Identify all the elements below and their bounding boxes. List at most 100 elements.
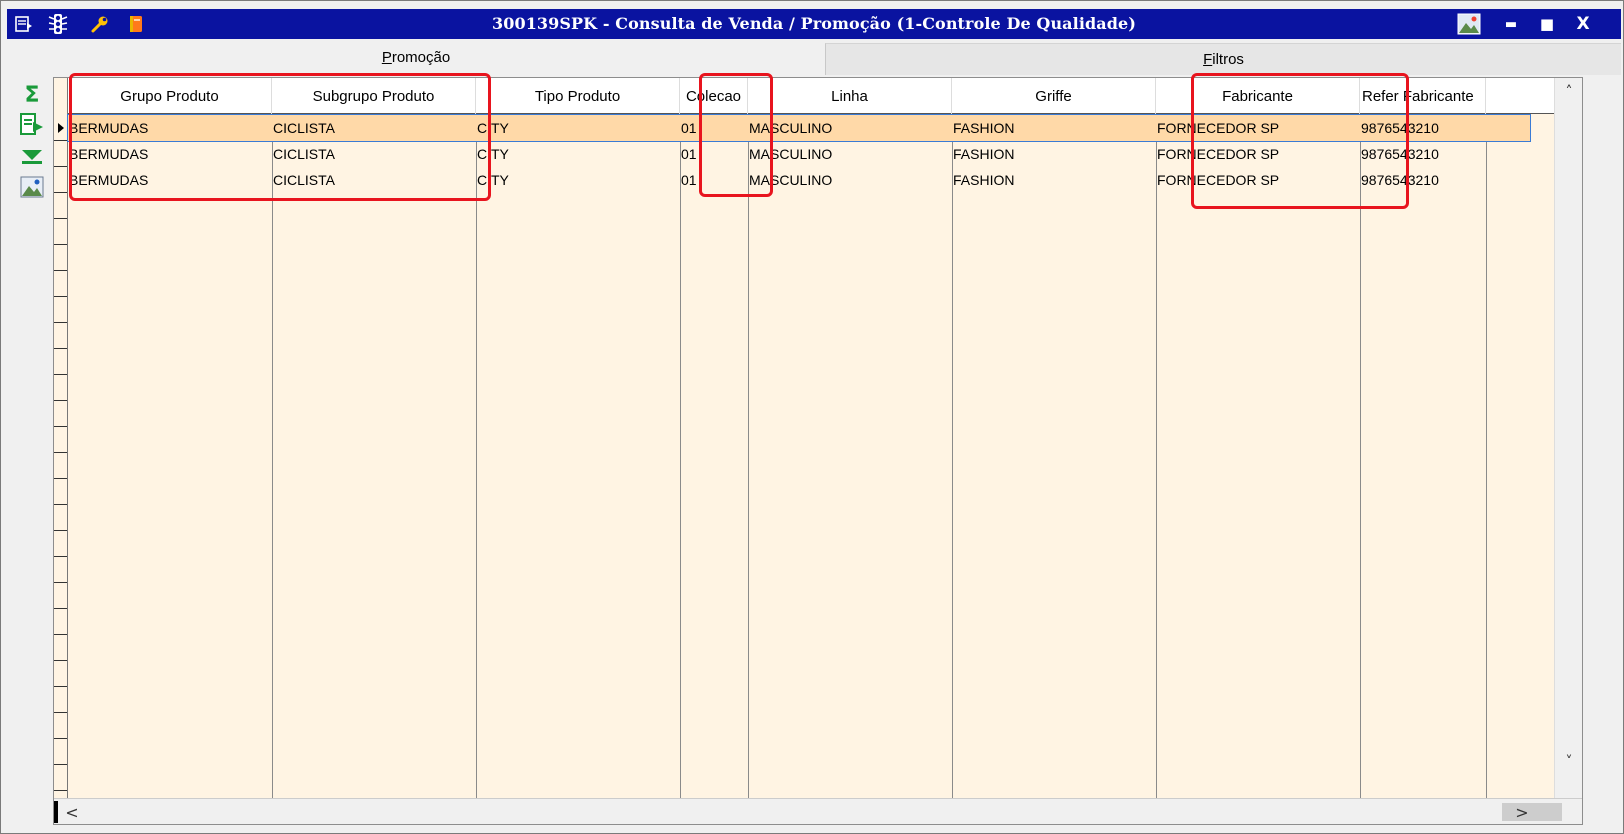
- maximize-button[interactable]: ■: [1533, 12, 1561, 36]
- cell-colecao[interactable]: 01: [680, 141, 748, 167]
- column-header-grupo-produto[interactable]: Grupo Produto: [68, 78, 272, 114]
- column-header-fabricante[interactable]: Fabricante: [1156, 78, 1360, 114]
- cell-linha[interactable]: MASCULINO: [748, 167, 952, 193]
- tab-promocao-label: romoção: [391, 48, 451, 66]
- row-indicator-tick: [54, 504, 67, 505]
- row-indicator-tick: [54, 478, 67, 479]
- cell-subgrupo-produto[interactable]: CICLISTA: [272, 115, 476, 141]
- row-indicator-tick: [54, 244, 67, 245]
- minimize-button[interactable]: ▬: [1497, 12, 1525, 36]
- horizontal-scrollbar[interactable]: < >: [54, 798, 1582, 824]
- vertical-scrollbar[interactable]: ˄ ˅: [1554, 78, 1582, 800]
- row-indicator-tick: [54, 218, 67, 219]
- cell-griffe[interactable]: FASHION: [952, 141, 1156, 167]
- row-indicator-tick: [54, 374, 67, 375]
- data-grid[interactable]: Grupo Produto Subgrupo Produto Tipo Prod…: [53, 77, 1583, 825]
- cell-grupo-produto[interactable]: BERMUDAS: [68, 115, 272, 141]
- column-divider: [680, 114, 681, 800]
- cell-refer-fabricante[interactable]: 9876543210: [1360, 167, 1486, 193]
- cell-tipo-produto[interactable]: CITY: [476, 115, 680, 141]
- row-indicator-tick: [54, 322, 67, 323]
- row-indicator-tick: [54, 140, 67, 141]
- cell-colecao[interactable]: 01: [680, 167, 748, 193]
- row-indicator-tick: [54, 426, 67, 427]
- close-button[interactable]: X: [1569, 12, 1597, 36]
- scroll-up-arrow-icon[interactable]: ˄: [1555, 80, 1582, 104]
- export-button[interactable]: [15, 111, 49, 139]
- cell-linha[interactable]: MASCULINO: [748, 115, 952, 141]
- tab-filtros[interactable]: Filtros: [825, 43, 1621, 75]
- tab-filtros-label: iltros: [1212, 51, 1244, 68]
- cell-grupo-produto[interactable]: BERMUDAS: [68, 141, 272, 167]
- grid-header: Grupo Produto Subgrupo Produto Tipo Prod…: [68, 78, 1556, 114]
- row-indicator-tick: [54, 634, 67, 635]
- cell-fabricante[interactable]: FORNECEDOR SP: [1156, 167, 1360, 193]
- app-window: 300139SPK - Consulta de Venda / Promoção…: [0, 0, 1624, 834]
- row-indicator-tick: [54, 686, 67, 687]
- window-title: 300139SPK - Consulta de Venda / Promoção…: [492, 14, 1136, 33]
- row-indicator-tick: [54, 608, 67, 609]
- cell-griffe[interactable]: FASHION: [952, 115, 1156, 141]
- table-row[interactable]: BERMUDAS CICLISTA CITY 01 MASCULINO FASHION FO…: [67, 114, 1531, 142]
- row-indicator-tick: [54, 348, 67, 349]
- sum-icon: Σ: [24, 82, 40, 108]
- scroll-left-edge: [54, 801, 58, 823]
- title-bar[interactable]: 300139SPK - Consulta de Venda / Promoção…: [7, 9, 1621, 39]
- column-header-refer-fabricante[interactable]: Refer Fabricante: [1360, 78, 1486, 114]
- image-icon: [20, 176, 44, 198]
- column-divider: [1486, 114, 1487, 800]
- cell-subgrupo-produto[interactable]: CICLISTA: [272, 141, 476, 167]
- cell-subgrupo-produto[interactable]: CICLISTA: [272, 167, 476, 193]
- cell-grupo-produto[interactable]: BERMUDAS: [68, 167, 272, 193]
- row-indicator-tick: [54, 530, 67, 531]
- column-header-griffe[interactable]: Griffe: [952, 78, 1156, 114]
- row-indicator-tick: [54, 166, 67, 167]
- filter-down-icon: [22, 150, 42, 164]
- row-indicator-tick: [54, 556, 67, 557]
- row-indicator-tick: [54, 712, 67, 713]
- column-divider: [1360, 114, 1361, 800]
- table-row[interactable]: BERMUDAS CICLISTA CITY 01 MASCULINO FASHION FO…: [68, 141, 1530, 167]
- column-divider: [1156, 114, 1157, 800]
- cell-tipo-produto[interactable]: CITY: [476, 167, 680, 193]
- tab-promocao[interactable]: Promoção: [7, 39, 825, 75]
- row-indicator-tick: [54, 296, 67, 297]
- tab-bar: Promoção Filtros: [7, 39, 1621, 75]
- cell-griffe[interactable]: FASHION: [952, 167, 1156, 193]
- row-indicator-tick: [54, 192, 67, 193]
- picture-icon[interactable]: [1455, 12, 1483, 36]
- cell-refer-fabricante[interactable]: 9876543210: [1360, 115, 1486, 141]
- column-header-tipo-produto[interactable]: Tipo Produto: [476, 78, 680, 114]
- row-indicator-tick: [54, 582, 67, 583]
- column-divider: [748, 114, 749, 800]
- row-indicator-tick: [54, 790, 67, 791]
- cell-fabricante[interactable]: FORNECEDOR SP: [1156, 141, 1360, 167]
- table-row[interactable]: BERMUDAS CICLISTA CITY 01 MASCULINO FASHION FO…: [68, 167, 1530, 193]
- export-icon: [20, 113, 43, 135]
- column-divider: [476, 114, 477, 800]
- row-indicator-tick: [54, 400, 67, 401]
- column-header-linha[interactable]: Linha: [748, 78, 952, 114]
- column-header-subgrupo-produto[interactable]: Subgrupo Produto: [272, 78, 476, 114]
- tab-filtros-mnemonic: F: [1203, 51, 1213, 68]
- image-button[interactable]: [15, 173, 49, 201]
- column-header-colecao[interactable]: Colecao: [680, 78, 748, 114]
- sum-button[interactable]: Σ: [15, 81, 49, 109]
- column-divider: [952, 114, 953, 800]
- scroll-down-arrow-icon[interactable]: ˅: [1555, 750, 1582, 774]
- cell-tipo-produto[interactable]: CITY: [476, 141, 680, 167]
- cell-colecao[interactable]: 01: [680, 115, 748, 141]
- row-indicator-column: [54, 78, 68, 800]
- column-divider: [272, 114, 273, 800]
- row-indicator-tick: [54, 738, 67, 739]
- cell-fabricante[interactable]: FORNECEDOR SP: [1156, 115, 1360, 141]
- filter-down-button[interactable]: [15, 143, 49, 171]
- cell-refer-fabricante[interactable]: 9876543210: [1360, 141, 1486, 167]
- tab-promocao-mnemonic: P: [381, 48, 392, 66]
- scroll-left-arrow-icon[interactable]: <: [60, 799, 84, 824]
- scroll-right-arrow-icon[interactable]: >: [1510, 799, 1534, 824]
- cell-linha[interactable]: MASCULINO: [748, 141, 952, 167]
- current-row-arrow-icon: [58, 123, 64, 133]
- row-indicator-tick: [54, 452, 67, 453]
- row-indicator-tick: [54, 660, 67, 661]
